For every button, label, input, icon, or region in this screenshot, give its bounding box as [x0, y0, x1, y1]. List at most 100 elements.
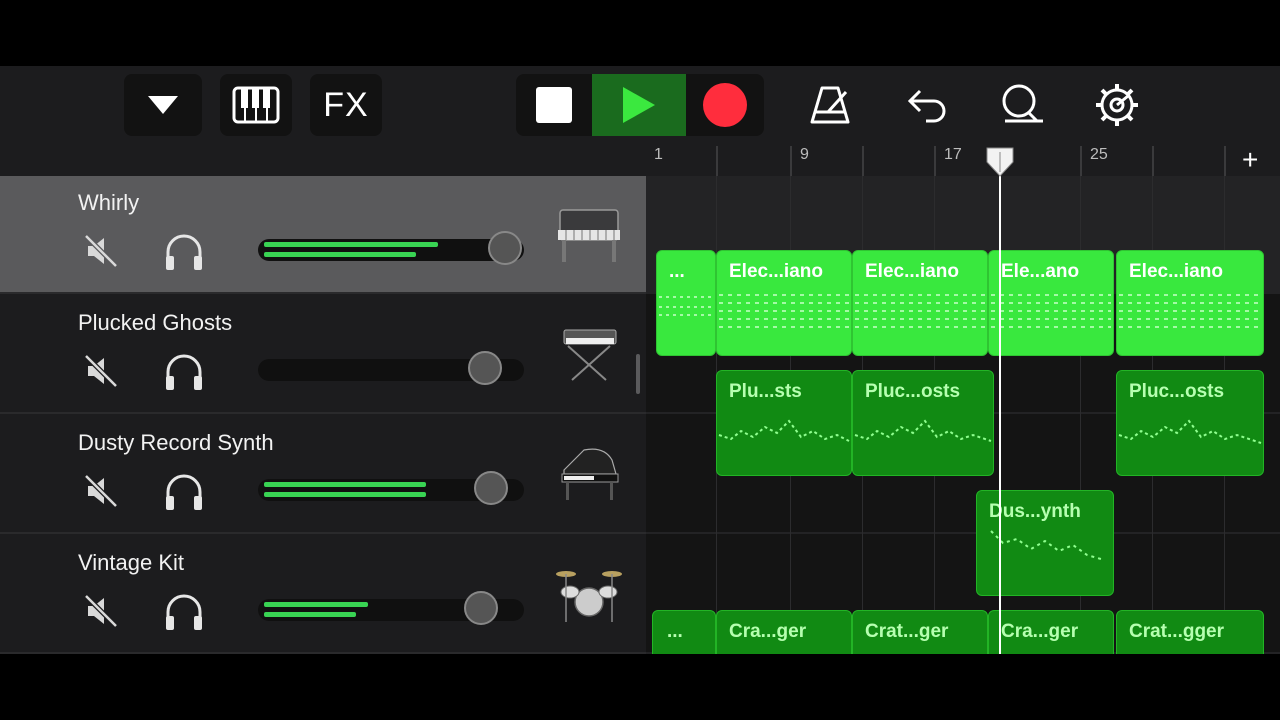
play-icon: [623, 87, 655, 123]
bar-number: 25: [1090, 146, 1108, 163]
scroll-indicator[interactable]: [636, 354, 640, 394]
level-meter-right: [264, 492, 426, 497]
track-header-dusty-record-synth[interactable]: Dusty Record Synth: [0, 416, 646, 534]
record-icon: [703, 83, 747, 127]
settings-gear-icon: [1096, 84, 1138, 126]
track-name: Vintage Kit: [78, 550, 185, 575]
region-whirly-3[interactable]: Elec...iano: [852, 250, 988, 356]
region-name: ...: [667, 621, 683, 642]
region-notes: [1118, 419, 1262, 444]
mute-icon[interactable]: [82, 232, 120, 270]
region-name: Elec...iano: [729, 261, 823, 282]
region-notes: [989, 649, 1113, 654]
volume-slider[interactable]: [258, 231, 524, 265]
stop-button[interactable]: [516, 74, 592, 136]
level-meter-right: [264, 612, 356, 617]
track-header-plucked-ghosts[interactable]: Plucked Ghosts: [0, 296, 646, 414]
region-name: Cra...ger: [1001, 621, 1079, 642]
bar-number: 1: [654, 146, 663, 163]
synth-keyboard-icon: [563, 329, 617, 381]
volume-knob[interactable]: [464, 591, 498, 625]
region-whirly-5[interactable]: Elec...iano: [1116, 250, 1264, 356]
ruler-tick: [862, 146, 864, 176]
undo-icon: [907, 89, 946, 123]
region-notes: [854, 419, 992, 442]
region-name: ...: [669, 261, 685, 282]
metronome-icon: [810, 86, 850, 124]
region-notes: [853, 649, 987, 654]
mute-icon[interactable]: [82, 352, 120, 390]
bar-number: 17: [944, 146, 962, 163]
fx-button[interactable]: FX: [310, 74, 382, 136]
region-name: Pluc...osts: [865, 381, 961, 402]
dropdown-button[interactable]: [124, 74, 202, 136]
record-button[interactable]: [686, 74, 764, 136]
ruler-tick: [1080, 146, 1082, 176]
tracks-grid[interactable]: ... Elec...iano Elec...iano Ele...ano El…: [646, 176, 1280, 654]
region-name: Crat...gger: [1129, 621, 1225, 642]
region-name: Elec...iano: [1129, 261, 1223, 282]
transport-controls: [516, 74, 764, 136]
playhead-handle[interactable]: [984, 146, 1016, 178]
add-section-button[interactable]: +: [1242, 144, 1258, 176]
browser-button[interactable]: [220, 74, 292, 136]
electric-piano-icon: [558, 209, 620, 262]
region-drums-1[interactable]: ...: [652, 610, 716, 654]
region-whirly-2[interactable]: Elec...iano: [716, 250, 852, 356]
region-plucked-3[interactable]: Pluc...osts: [1116, 370, 1264, 476]
mute-icon[interactable]: [82, 592, 120, 630]
region-plucked-1[interactable]: Plu...sts: [716, 370, 852, 476]
volume-slider[interactable]: [258, 351, 524, 385]
playhead-line[interactable]: [999, 148, 1001, 654]
track-header-vintage-kit[interactable]: Vintage Kit: [0, 536, 646, 654]
track-header-whirly[interactable]: Whirly: [0, 176, 646, 294]
dropdown-triangle-icon: [148, 96, 178, 114]
headphones-icon[interactable]: [162, 350, 206, 394]
level-meter-right: [264, 252, 416, 257]
piano-keyboard-icon: [232, 86, 280, 124]
volume-slider[interactable]: [258, 591, 524, 625]
mute-icon[interactable]: [82, 472, 120, 510]
region-name: Cra...ger: [729, 621, 807, 642]
timeline-ruler[interactable]: 1 9 17 25 +: [646, 144, 1280, 176]
region-drums-4[interactable]: Cra...ger: [988, 610, 1114, 654]
track-name: Whirly: [78, 190, 140, 215]
volume-knob[interactable]: [468, 351, 502, 385]
grand-piano-icon: [561, 448, 619, 500]
play-button[interactable]: [592, 74, 686, 136]
headphones-icon[interactable]: [162, 230, 206, 274]
region-notes: [991, 294, 1111, 328]
region-drums-5[interactable]: Crat...gger: [1116, 610, 1264, 654]
toolbar: FX: [0, 66, 1280, 146]
level-meter-left: [264, 242, 438, 247]
region-notes: [717, 649, 851, 654]
metronome-button[interactable]: [802, 80, 858, 130]
volume-knob[interactable]: [488, 231, 522, 265]
drum-kit-icon: [556, 571, 622, 622]
bar-number: 9: [800, 146, 809, 163]
region-notes: [1119, 294, 1261, 328]
region-drums-2[interactable]: Cra...ger: [716, 610, 852, 654]
region-whirly-4[interactable]: Ele...ano: [988, 250, 1114, 356]
garageband-tracks-view: FX 1 9 17 25 + Whirly Plucked Ghosts Dus…: [0, 66, 1280, 654]
level-meter-left: [264, 482, 426, 487]
ruler-tick: [1224, 146, 1226, 176]
undo-button[interactable]: [898, 80, 954, 130]
volume-knob[interactable]: [474, 471, 508, 505]
region-drums-3[interactable]: Crat...ger: [852, 610, 988, 654]
volume-slider[interactable]: [258, 471, 524, 505]
ruler-tick: [934, 146, 936, 176]
region-dusty-1[interactable]: Dus...ynth: [976, 490, 1114, 596]
stop-icon: [536, 87, 572, 123]
loop-button[interactable]: [994, 80, 1050, 130]
region-notes: [1117, 649, 1263, 654]
ruler-tick: [790, 146, 792, 176]
level-meter-left: [264, 602, 368, 607]
region-plucked-2[interactable]: Pluc...osts: [852, 370, 994, 476]
headphones-icon[interactable]: [162, 470, 206, 514]
region-notes: [990, 530, 1102, 560]
settings-button[interactable]: [1089, 80, 1145, 130]
region-whirly-1[interactable]: ...: [656, 250, 716, 356]
ruler-tick: [716, 146, 718, 176]
headphones-icon[interactable]: [162, 590, 206, 634]
